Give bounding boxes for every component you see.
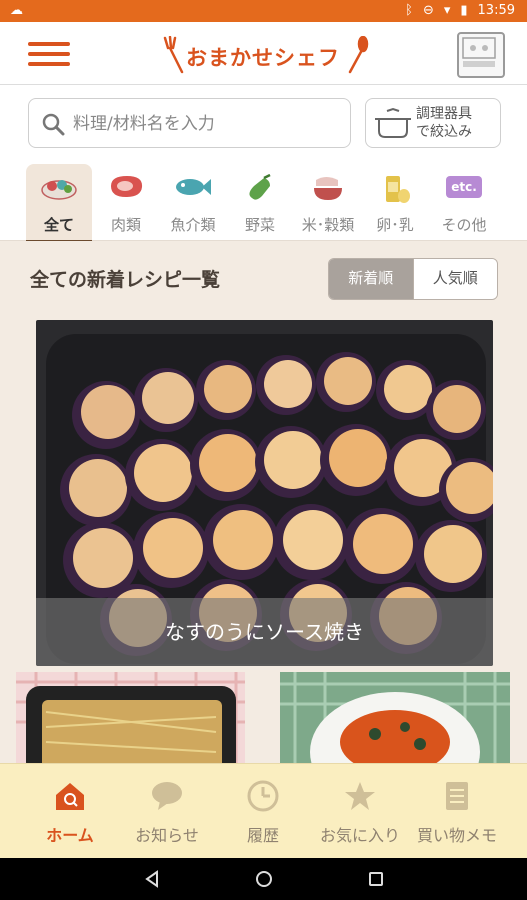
nav-home[interactable]: ホーム	[20, 772, 120, 852]
home-icon	[56, 783, 84, 810]
app-title: おまかせシェフ	[186, 46, 340, 70]
battery-icon: ▮	[460, 3, 468, 18]
nav-label: 買い物メモ	[416, 826, 497, 845]
wifi-icon: ▾	[443, 3, 451, 18]
cooktop-icon	[462, 37, 496, 67]
clock-icon	[247, 780, 279, 812]
notification-icon: ☁	[10, 3, 23, 18]
category-label: その他	[441, 216, 487, 234]
sort-newest-button[interactable]: 新着順	[329, 259, 413, 299]
all-food-icon	[41, 180, 77, 200]
nav-notifications[interactable]: お知らせ	[117, 772, 217, 852]
category-label: 野菜	[244, 216, 275, 234]
category-tab-all[interactable]: 全て	[26, 164, 92, 244]
bottom-navigation: ホーム お知らせ 履歴 お気に入り 買い物メモ	[0, 763, 527, 859]
sort-toggle: 新着順 人気順	[328, 258, 498, 300]
recipe-photo	[16, 672, 245, 767]
recipe-thumbnail-card[interactable]	[280, 672, 510, 767]
filter-label-line1: 調理器具	[416, 106, 472, 122]
category-label: 魚介類	[170, 216, 216, 234]
system-navigation-bar	[0, 858, 527, 900]
nav-label: お気に入り	[319, 826, 400, 845]
search-row: 調理器具 で絞込み	[0, 85, 527, 160]
category-label: 米･穀類	[301, 216, 355, 234]
search-box[interactable]	[28, 98, 351, 148]
status-icons: ᛒ ⊖ ▾ ▮ 13:59	[405, 3, 515, 18]
fish-icon	[176, 179, 211, 195]
recipe-thumbnail-card[interactable]	[16, 672, 245, 767]
recents-icon[interactable]	[366, 869, 386, 889]
bluetooth-icon: ᛒ	[405, 3, 413, 18]
nav-favorites[interactable]: お気に入り	[310, 772, 410, 852]
cooker-appliance-button[interactable]	[457, 32, 505, 78]
memo-icon	[446, 782, 468, 810]
eggplant-icon	[249, 174, 271, 200]
etc-icon: etc.	[446, 176, 482, 198]
status-bar: ☁ ᛒ ⊖ ▾ ▮ 13:59	[0, 0, 527, 22]
speech-bubble-icon	[152, 782, 182, 810]
featured-recipe-name: なすのうにソース焼き	[36, 598, 493, 666]
nav-history[interactable]: 履歴	[213, 772, 313, 852]
nav-shopping-memo[interactable]: 買い物メモ	[407, 772, 507, 852]
list-title: 全ての新着レシピ一覧	[30, 269, 221, 291]
search-input[interactable]	[71, 107, 345, 141]
back-icon[interactable]	[143, 869, 161, 889]
star-icon	[345, 782, 375, 810]
meat-icon	[111, 176, 143, 197]
clock-time: 13:59	[477, 3, 515, 18]
recipe-photo	[280, 672, 510, 767]
rice-icon	[314, 177, 342, 200]
app-bar: おまかせシェフ	[0, 22, 527, 85]
category-tab-egg-dairy[interactable]: 卵･乳	[362, 164, 428, 240]
nav-label: お知らせ	[135, 826, 199, 845]
category-tab-seafood[interactable]: 魚介類	[160, 164, 226, 240]
nav-label: 履歴	[246, 826, 279, 845]
dnd-icon: ⊖	[422, 3, 434, 18]
search-icon	[42, 113, 65, 136]
pot-icon	[375, 107, 411, 138]
appliance-filter-button[interactable]: 調理器具 で絞込み	[365, 98, 501, 148]
app-logo: おまかせシェフ	[160, 36, 370, 74]
egg-milk-icon	[386, 176, 410, 203]
category-tab-other[interactable]: etc. その他	[429, 164, 499, 240]
filter-label-line2: で絞込み	[416, 124, 472, 140]
featured-recipe-card[interactable]: なすのうにソース焼き	[36, 320, 493, 666]
nav-label: ホーム	[46, 826, 94, 845]
recipe-list-header: 全ての新着レシピ一覧 新着順 人気順	[0, 241, 527, 317]
category-label: 全て	[43, 216, 74, 234]
category-tab-vegetables[interactable]: 野菜	[227, 164, 293, 240]
category-tab-rice[interactable]: 米･穀類	[294, 164, 362, 240]
menu-button[interactable]	[28, 40, 70, 68]
category-label: 卵･乳	[376, 216, 414, 234]
category-tabs: 全て 肉類 魚介類 野菜 米･穀類 卵･乳 etc. その他	[0, 160, 527, 244]
home-circle-icon[interactable]	[254, 869, 274, 889]
category-tab-meat[interactable]: 肉類	[93, 164, 159, 240]
sort-popular-button[interactable]: 人気順	[412, 259, 497, 299]
category-label: 肉類	[110, 216, 141, 234]
